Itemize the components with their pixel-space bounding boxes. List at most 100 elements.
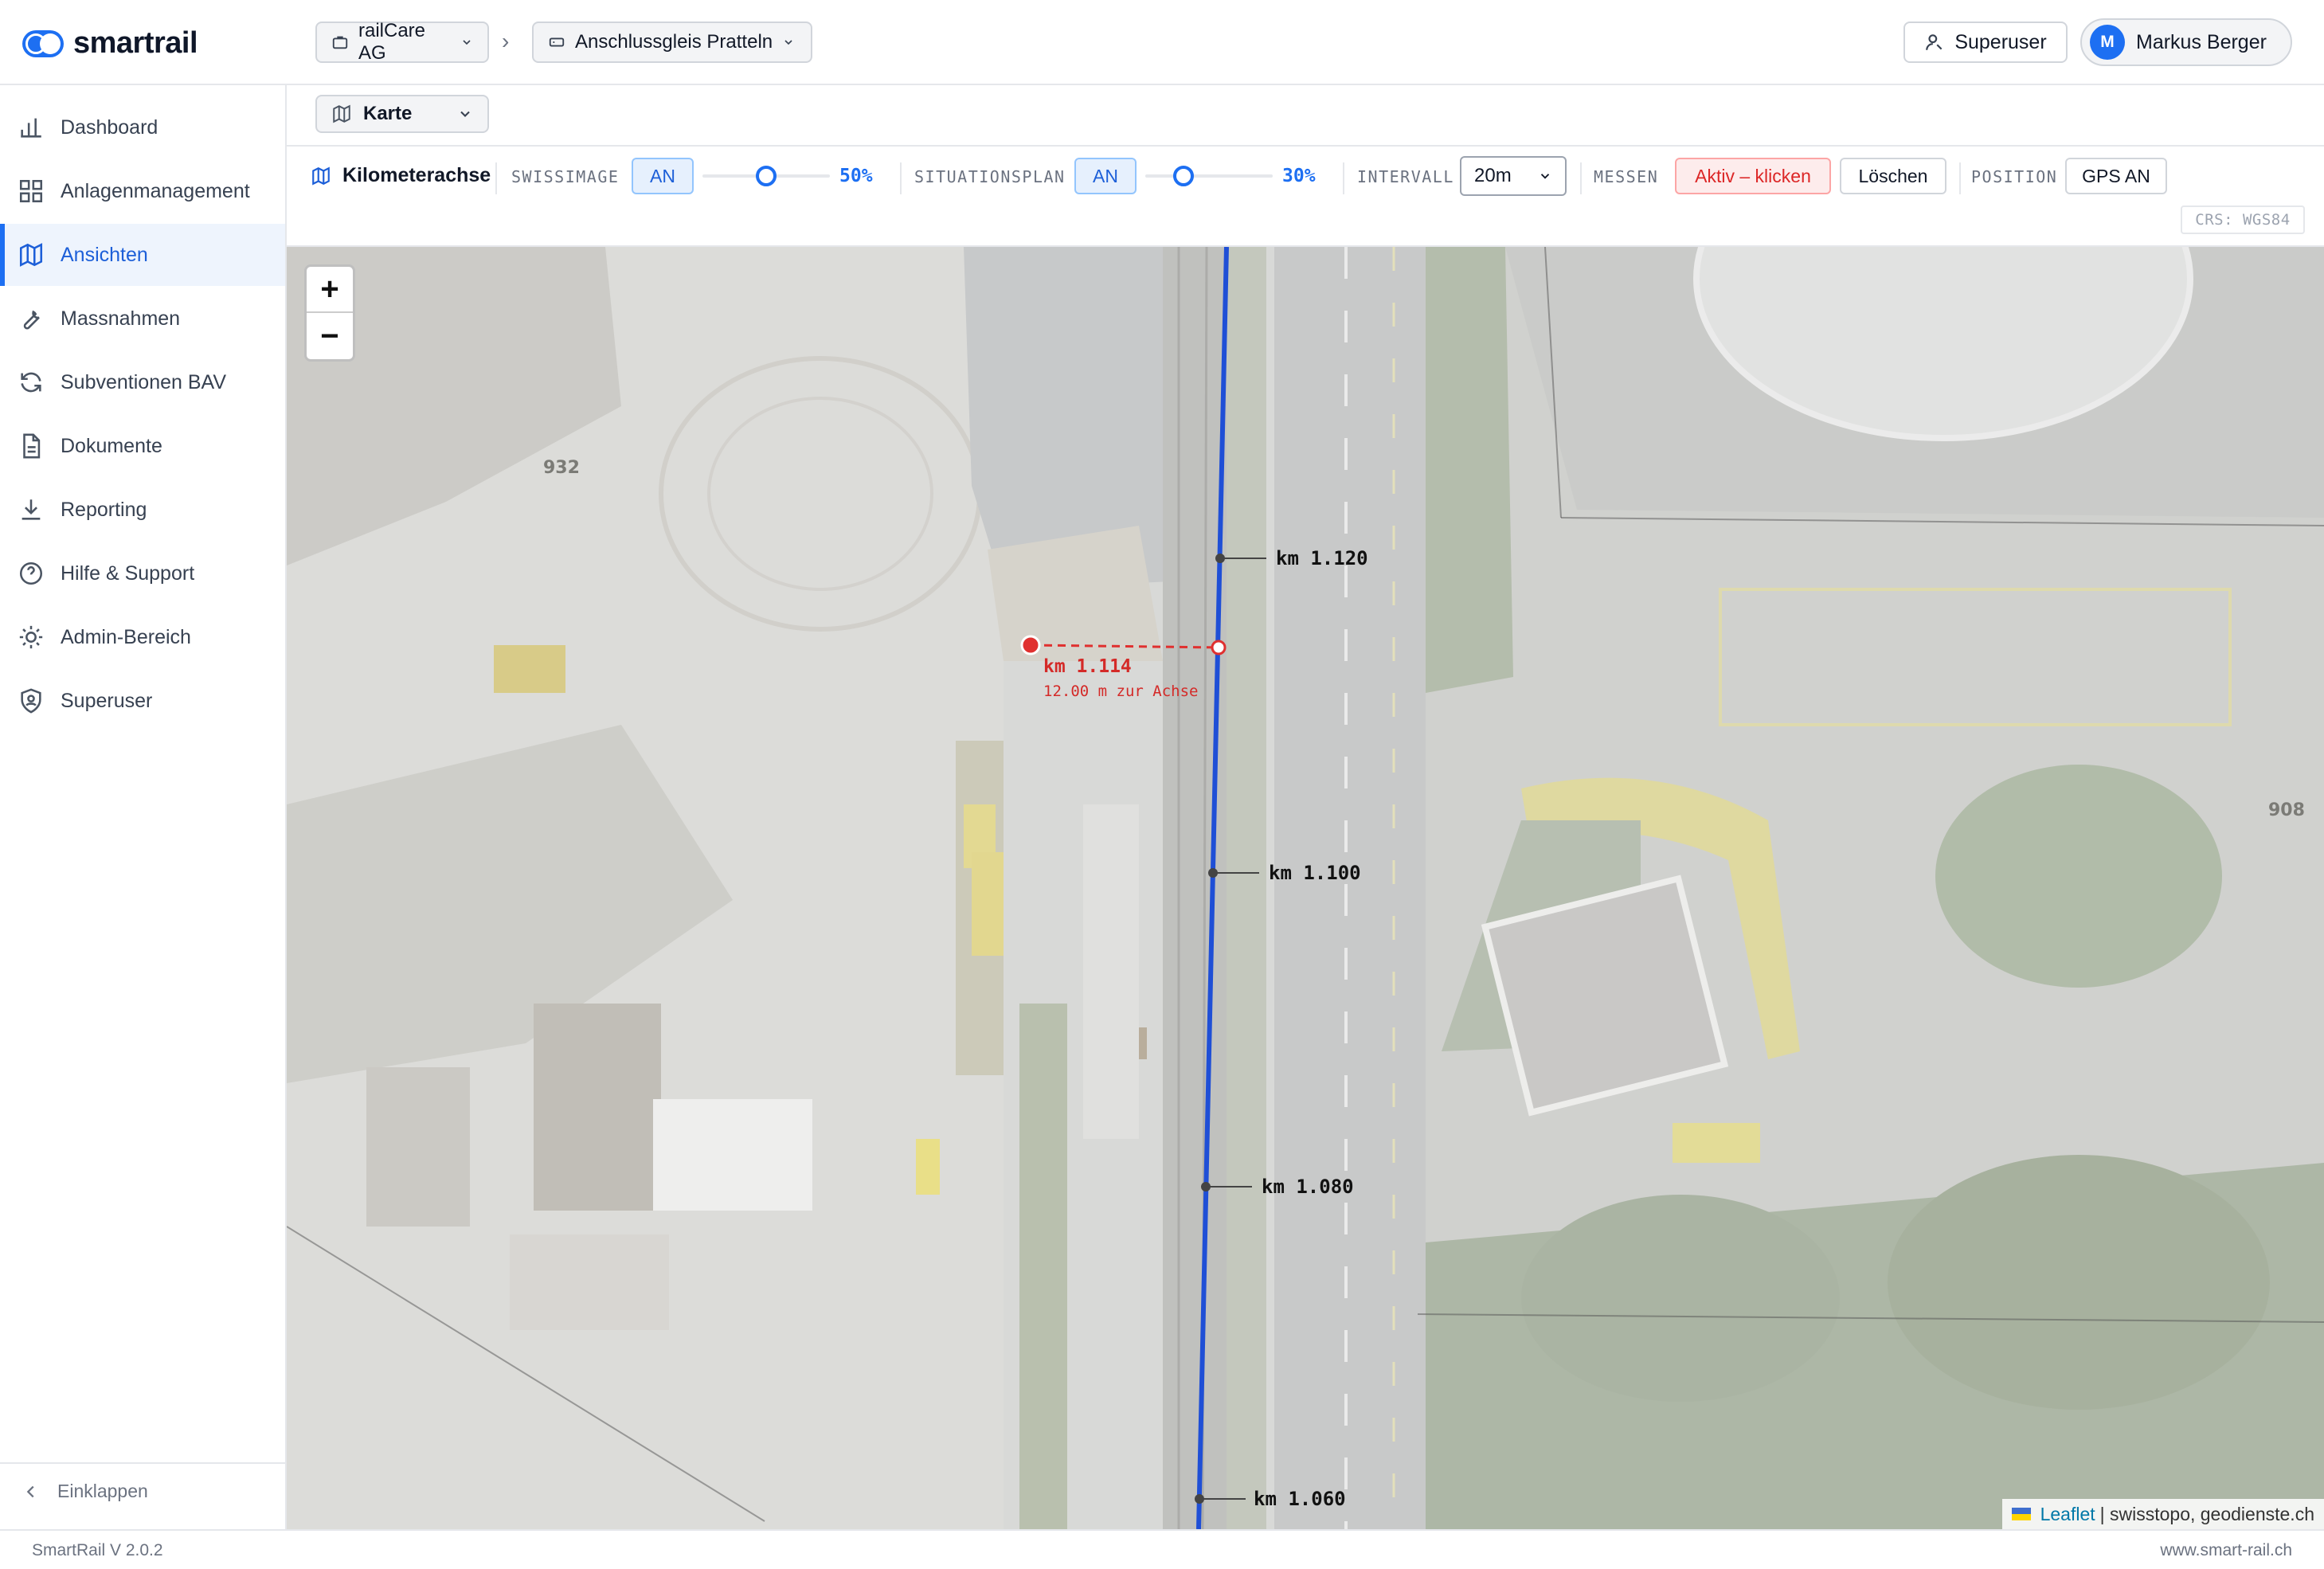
user-icon [1926, 34, 1943, 50]
sidebar-item-label: Dokumente [61, 434, 162, 457]
chevron-down-icon [463, 40, 471, 45]
situationsplan-opacity-value: 30% [1282, 166, 1316, 186]
interval-label: INTERVALL [1357, 167, 1454, 186]
sidebar-item-subventionen[interactable]: Subventionen BAV [0, 351, 285, 413]
site-name: Anschlussgleis Pratteln [575, 31, 773, 53]
map-view[interactable]: 932 908 km 1.120 km 1.100 km 1.080 km 1.… [287, 247, 2324, 1529]
measure-active-button[interactable]: Aktiv – klicken [1675, 158, 1831, 194]
collapse-label: Einklappen [57, 1481, 148, 1501]
sidebar-item-hilfe[interactable]: Hilfe & Support [0, 542, 285, 605]
slider-knob[interactable] [756, 166, 777, 186]
sidebar-item-label: Hilfe & Support [61, 561, 195, 585]
map-icon [333, 104, 350, 123]
situationsplan-opacity-slider[interactable] [1145, 166, 1273, 186]
swissimage-opacity-slider[interactable] [702, 166, 830, 186]
view-selector[interactable]: Karte [315, 95, 489, 133]
km-label: km 1.120 [1276, 547, 1368, 569]
sun-icon [19, 625, 43, 649]
view-selector-value: Karte [363, 103, 413, 124]
track-icon [549, 37, 565, 47]
ukraine-flag-icon [2011, 1508, 2031, 1520]
user-name: Markus Berger [2136, 30, 2267, 53]
swissimage-label: SWISSIMAGE [511, 167, 620, 186]
chevron-down-icon [784, 40, 792, 45]
leaflet-link[interactable]: Leaflet [2040, 1504, 2095, 1525]
download-icon [22, 499, 41, 520]
sidebar-item-label: Superuser [61, 689, 153, 712]
company-name: railCare AG [358, 20, 426, 64]
bar-chart-icon [21, 118, 41, 138]
slider-knob[interactable] [1173, 166, 1194, 186]
website-link[interactable]: www.smart-rail.ch [2160, 1541, 2292, 1560]
avatar: M [2090, 25, 2125, 60]
collapse-button[interactable]: Einklappen [22, 1481, 148, 1502]
app-footer: SmartRail V 2.0.2 www.smart-rail.ch [0, 1529, 2324, 1569]
sidebar-item-reporting[interactable]: Reporting [0, 479, 285, 541]
interval-select[interactable]: 20m [1460, 156, 1567, 196]
situationsplan-label: SITUATIONSPLAN [914, 167, 1066, 186]
attribution-text: | swisstopo, geodienste.ch [2099, 1503, 2314, 1524]
sidebar-item-superuser[interactable]: Superuser [0, 670, 285, 732]
sidebar-item-label: Ansichten [61, 243, 148, 266]
map-icon [19, 243, 43, 267]
sidebar-item-dashboard[interactable]: Dashboard [0, 96, 285, 158]
gps-button[interactable]: GPS AN [2065, 158, 2167, 194]
chevron-left-icon [26, 1485, 34, 1497]
chevron-down-icon [460, 111, 470, 117]
briefcase-icon [332, 36, 348, 49]
grid-icon [19, 179, 43, 203]
sidebar-item-label: Admin-Bereich [61, 625, 191, 648]
situationsplan-toggle[interactable]: AN [1074, 158, 1137, 194]
toolbar-separator [1959, 162, 1961, 194]
site-selector[interactable]: Anschlussgleis Pratteln [532, 22, 812, 63]
map-icon [312, 166, 330, 186]
sidebar: Dashboard Anlagenmanagement Ansichten Ma… [0, 85, 287, 1529]
shield-icon [21, 688, 41, 714]
map-attribution: Leaflet | swisstopo, geodienste.ch [2001, 1499, 2324, 1529]
superuser-button[interactable]: Superuser [1903, 22, 2068, 63]
toolbar-separator [900, 162, 902, 194]
parcel-number: 932 [543, 458, 580, 478]
logo-mark-icon [22, 29, 64, 57]
position-label: POSITION [1971, 167, 2058, 186]
user-menu-button[interactable]: M Markus Berger [2080, 18, 2292, 66]
swissimage-opacity-value: 50% [839, 166, 873, 186]
view-bar: Karte [287, 85, 2324, 145]
chevron-down-icon [1540, 174, 1550, 179]
toolbar-separator [1343, 162, 1344, 194]
sidebar-item-admin[interactable]: Admin-Bereich [0, 606, 285, 668]
toolbar-title: Kilometerachse [311, 164, 491, 187]
app-header: smartrail railCare AG › Anschlussgleis P… [0, 0, 2324, 85]
zoom-control: + − [304, 264, 355, 362]
chevron-right-icon: › [502, 29, 510, 53]
sidebar-item-ansichten[interactable]: Ansichten [0, 224, 285, 286]
aerial-image: 932 908 km 1.120 km 1.100 km 1.080 km 1.… [287, 247, 2324, 1529]
sidebar-item-dokumente[interactable]: Dokumente [0, 415, 285, 477]
map-toolbar: Kilometerachse SWISSIMAGE AN 50% SITUATI… [287, 145, 2324, 247]
clear-button[interactable]: Löschen [1840, 158, 1946, 194]
wrench-icon [23, 310, 40, 330]
measure-point[interactable] [1020, 635, 1041, 655]
measure-km-label: km 1.114 [1043, 656, 1132, 677]
logo[interactable]: smartrail [22, 26, 198, 61]
km-label: km 1.100 [1269, 862, 1361, 884]
sidebar-item-label: Dashboard [61, 115, 158, 139]
sidebar-item-label: Reporting [61, 498, 147, 521]
version-text: SmartRail V 2.0.2 [32, 1541, 163, 1559]
sidebar-divider [0, 1462, 285, 1464]
superuser-label: Superuser [1954, 30, 2047, 53]
sidebar-item-massnahmen[interactable]: Massnahmen [0, 288, 285, 350]
toolbar-separator [1580, 162, 1582, 194]
refresh-icon [21, 372, 41, 393]
zoom-out-button[interactable]: − [307, 313, 353, 359]
document-icon [23, 433, 41, 459]
km-label: km 1.060 [1254, 1488, 1346, 1510]
company-selector[interactable]: railCare AG [315, 20, 489, 64]
swissimage-toggle[interactable]: AN [632, 158, 694, 194]
zoom-in-button[interactable]: + [307, 267, 353, 313]
sidebar-item-anlagenmanagement[interactable]: Anlagenmanagement [0, 160, 285, 222]
sidebar-item-label: Anlagenmanagement [61, 179, 250, 202]
logo-text: smartrail [73, 26, 198, 60]
measure-foot-point [1211, 640, 1227, 655]
measure-label: MESSEN [1594, 167, 1659, 186]
